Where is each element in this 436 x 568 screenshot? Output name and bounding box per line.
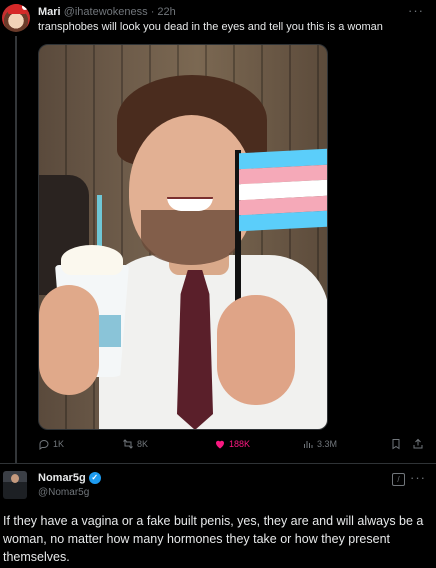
- tweet-header: Mari @ihatewokeness · 22h: [38, 5, 176, 19]
- author-avatar[interactable]: [2, 4, 30, 32]
- tweet-text: transphobes will look you dead in the ey…: [38, 21, 383, 33]
- reply-button[interactable]: 1K: [38, 438, 64, 450]
- grok-icon[interactable]: /: [392, 473, 405, 486]
- right-hand: [217, 295, 295, 405]
- reply-more-options-button[interactable]: ···: [410, 470, 426, 485]
- left-hand: [39, 285, 99, 395]
- whipped-cream: [61, 245, 123, 275]
- separator-dot: ·: [150, 6, 155, 18]
- reply-icon: [39, 439, 49, 450]
- views-button[interactable]: 3.3M: [302, 438, 337, 450]
- view-count: 3.3M: [317, 439, 338, 449]
- smile: [167, 197, 213, 211]
- reply-count: 1K: [53, 439, 65, 449]
- repost-icon: [123, 439, 133, 449]
- author-name[interactable]: Mari: [38, 6, 61, 18]
- reply-author-handle[interactable]: @Nomar5g: [38, 487, 89, 498]
- heart-icon: [216, 440, 224, 449]
- thread-line: [15, 36, 17, 464]
- share-icon: [413, 438, 423, 449]
- avatar-head: [11, 474, 19, 483]
- maroon-tie: [177, 270, 213, 429]
- views-icon: [304, 441, 313, 448]
- reply-author-name[interactable]: Nomar5g: [38, 472, 86, 484]
- more-options-button[interactable]: ···: [408, 3, 424, 18]
- hat-pom: [22, 4, 28, 10]
- verified-badge-icon: ✓: [88, 472, 101, 484]
- reply-author: Nomar5g ✓: [38, 472, 101, 484]
- like-count: 188K: [229, 439, 251, 449]
- reply-text: If they have a vagina or a fake built pe…: [3, 514, 424, 564]
- reply-author-avatar[interactable]: [3, 471, 27, 499]
- repost-button[interactable]: 8K: [122, 438, 148, 450]
- bookmark-icon: [392, 439, 400, 450]
- trans-pride-flag: [239, 148, 327, 232]
- tweet-photo[interactable]: [38, 44, 328, 430]
- tweet-actions: 1K 8K 188K 3.3M: [38, 438, 428, 454]
- repost-count: 8K: [137, 439, 149, 449]
- like-button[interactable]: 188K: [214, 438, 250, 450]
- post-divider: [0, 463, 436, 464]
- tweet-post[interactable]: Mari @ihatewokeness · 22h ··· transphobe…: [0, 0, 436, 464]
- timestamp[interactable]: 22h: [157, 6, 175, 18]
- share-button[interactable]: [412, 438, 424, 450]
- bookmark-button[interactable]: [390, 438, 402, 450]
- author-handle[interactable]: @ihatewokeness: [64, 6, 148, 18]
- beard: [141, 210, 241, 265]
